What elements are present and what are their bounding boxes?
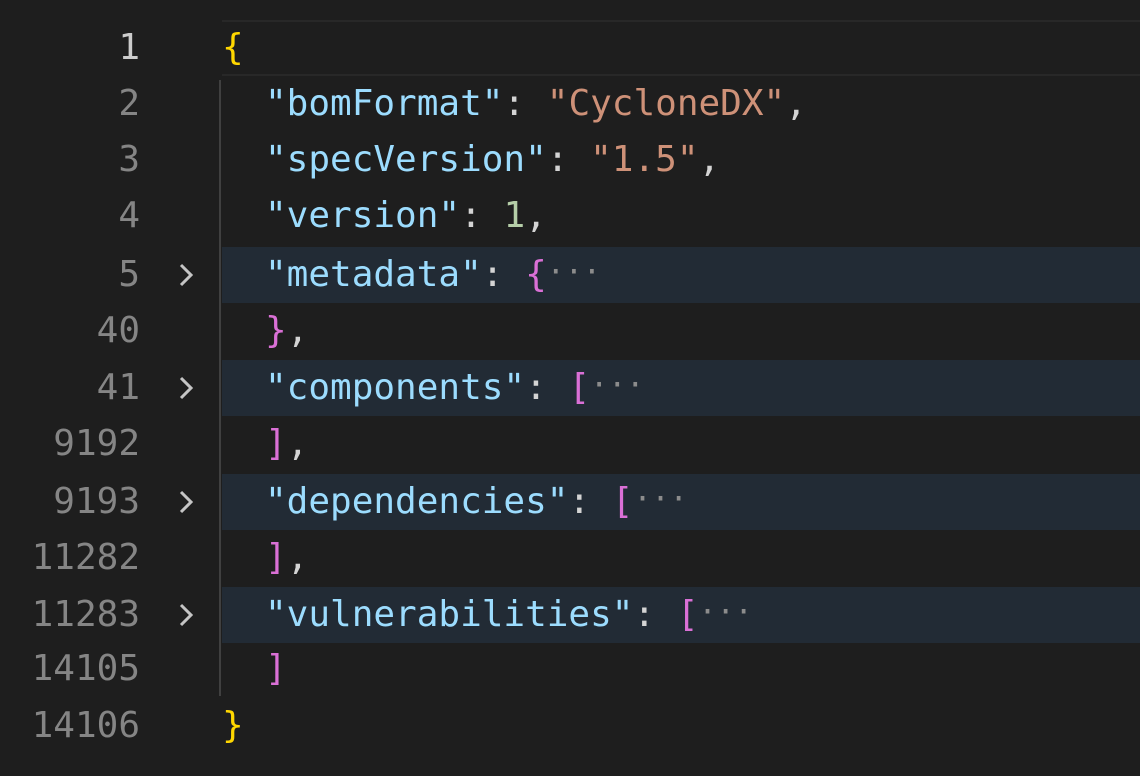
open-bracket: [	[568, 367, 591, 408]
fold-ellipsis[interactable]: ···	[633, 482, 687, 517]
code-content: "dependencies": [···	[265, 474, 688, 530]
line-number: 9192	[53, 423, 140, 464]
number-value: 1	[503, 195, 526, 236]
code-content: "metadata": {···	[265, 247, 601, 303]
code-content: ],	[265, 530, 308, 586]
code-line[interactable]: 40 },	[0, 303, 1140, 359]
chevron-right-icon[interactable]	[172, 247, 200, 303]
property-key: "version"	[265, 195, 461, 236]
line-number: 40	[96, 310, 140, 351]
open-bracket: [	[611, 481, 634, 522]
property-key: "bomFormat"	[265, 83, 504, 124]
code-line-folded[interactable]: 41 "components": [···	[0, 360, 1140, 416]
fold-ellipsis[interactable]: ···	[590, 368, 644, 403]
code-line[interactable]: 9192 ],	[0, 416, 1140, 472]
code-content: ]	[265, 641, 287, 697]
code-line-folded[interactable]: 5 "metadata": {···	[0, 247, 1140, 303]
property-key: "vulnerabilities"	[265, 594, 634, 635]
close-bracket: ]	[265, 648, 287, 689]
code-content: "version": 1,	[265, 188, 547, 244]
code-line[interactable]: 2 "bomFormat": "CycloneDX",	[0, 76, 1140, 132]
colon: :	[546, 139, 591, 180]
code-line[interactable]: 14105 ]	[0, 641, 1140, 697]
chevron-right-icon[interactable]	[172, 360, 200, 416]
code-line[interactable]: 14106 }	[0, 698, 1140, 754]
close-bracket: ]	[265, 423, 287, 464]
property-key: "dependencies"	[265, 481, 569, 522]
colon: :	[568, 481, 612, 522]
root-close-brace: }	[222, 705, 244, 746]
code-content: "bomFormat": "CycloneDX",	[265, 76, 807, 132]
open-bracket: [	[676, 594, 699, 635]
colon: :	[481, 254, 526, 295]
property-key: "components"	[265, 367, 526, 408]
open-brace: {	[525, 254, 547, 295]
code-content: ],	[265, 416, 308, 472]
code-content: "vulnerabilities": [···	[265, 587, 753, 643]
fold-ellipsis[interactable]: ···	[699, 595, 753, 630]
string-value: "CycloneDX"	[546, 83, 786, 124]
comma: ,	[785, 83, 807, 124]
comma: ,	[525, 195, 547, 236]
chevron-right-icon[interactable]	[172, 587, 200, 643]
line-number: 1	[118, 27, 140, 68]
chevron-right-icon[interactable]	[172, 474, 200, 530]
line-number: 2	[118, 83, 140, 124]
code-line[interactable]: 3 "specVersion": "1.5",	[0, 132, 1140, 188]
code-content: },	[265, 303, 308, 359]
colon: :	[460, 195, 504, 236]
code-line[interactable]: 11282 ],	[0, 530, 1140, 586]
close-bracket: ]	[265, 537, 287, 578]
property-key: "metadata"	[265, 254, 482, 295]
colon: :	[503, 83, 547, 124]
comma: ,	[286, 537, 309, 578]
line-number: 14106	[31, 705, 140, 746]
code-line[interactable]: 1 {	[0, 20, 1140, 76]
close-brace: }	[265, 310, 287, 351]
colon: :	[633, 594, 677, 635]
code-line-folded[interactable]: 11283 "vulnerabilities": [···	[0, 587, 1140, 643]
line-number: 4	[118, 195, 140, 236]
code-content: "components": [···	[265, 360, 644, 416]
root-open-brace: {	[222, 27, 244, 68]
colon: :	[525, 367, 569, 408]
comma: ,	[698, 139, 721, 180]
line-number: 5	[118, 254, 140, 295]
line-number: 14105	[31, 648, 140, 689]
fold-ellipsis[interactable]: ···	[547, 255, 601, 290]
line-number: 9193	[53, 481, 140, 522]
comma: ,	[286, 310, 309, 351]
string-value: "1.5"	[590, 139, 699, 180]
line-number: 11282	[31, 537, 140, 578]
property-key: "specVersion"	[265, 139, 547, 180]
code-line[interactable]: 4 "version": 1,	[0, 188, 1140, 244]
code-editor[interactable]: 1 { 2 "bomFormat": "CycloneDX", 3 "specV…	[0, 0, 1140, 776]
line-number: 3	[118, 139, 140, 180]
code-line-folded[interactable]: 9193 "dependencies": [···	[0, 474, 1140, 530]
line-number: 41	[96, 367, 140, 408]
line-number: 11283	[31, 594, 140, 635]
code-content: "specVersion": "1.5",	[265, 132, 720, 188]
comma: ,	[286, 423, 309, 464]
